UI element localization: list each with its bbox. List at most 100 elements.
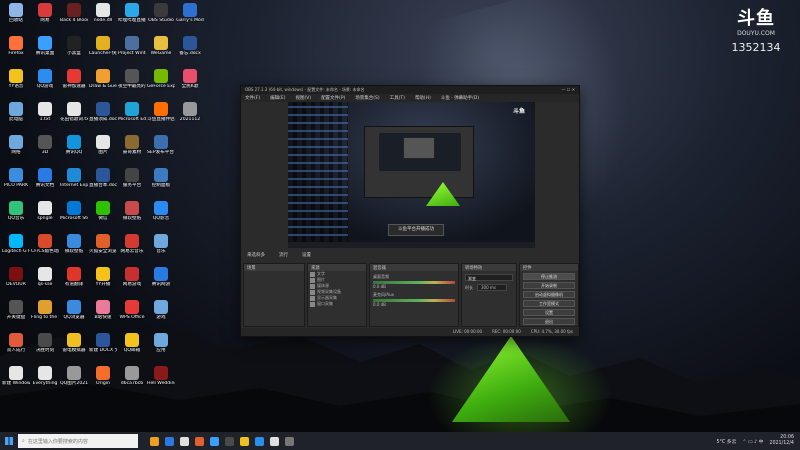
control-button[interactable]: 工作室模式 [523,300,575,307]
desktop-icon[interactable]: 夜空中最亮的星.mov [118,68,146,98]
desktop-icon[interactable]: Garry's Mod [176,2,204,32]
taskbar-app-icon[interactable] [225,437,234,446]
desktop-icon[interactable]: 腾讯QQ [60,134,88,164]
mixer-channel[interactable]: 麦克风/Aux0.0 dB [373,292,455,307]
desktop-icon[interactable]: QQ浏览器 [60,299,88,329]
desktop-icon[interactable]: 网易游戏 [118,266,146,296]
obs-window[interactable]: OBS 27.1.3 (64-bit, windows) - 配置文件: 未命名… [240,85,580,337]
desktop-icon[interactable]: d6ca7bcb [118,365,146,395]
desktop-icon[interactable]: Back 4 Blood Beta [60,2,88,32]
obs-menu-item[interactable]: 斗鱼 · 弹幕助手(D) [441,95,479,101]
taskbar-app-icon[interactable] [165,437,174,446]
desktop-icon[interactable]: DEVOUR [2,266,30,296]
desktop-icon[interactable]: 新建 DOCX 文档.docx [89,332,117,362]
desktop-icon[interactable]: Firefox [2,35,30,65]
obs-menu-item[interactable]: 编辑(E) [270,95,285,101]
window-controls[interactable]: — ☐ ✕ [562,87,575,93]
source-item[interactable]: 窗口采集 [308,301,366,307]
desktop-icon[interactable]: 花田错歌词.txt [60,101,88,131]
desktop-icon[interactable]: 斗鱼直播伴侣 [147,101,175,131]
desktop-icon[interactable]: OBS Studio [147,2,175,32]
taskbar-app-icon[interactable] [210,437,219,446]
obs-menu-item[interactable]: 视图(V) [295,95,311,101]
taskbar-app-icon[interactable] [150,437,159,446]
desktop-icon[interactable]: 新建 Windows [2,365,30,395]
toolbar-settings[interactable]: 设置 [302,252,311,259]
scenes-panel[interactable]: 场景 [243,263,305,327]
desktop-icon[interactable]: spngle [31,200,59,230]
desktop-icon[interactable]: QQ游戏 [31,68,59,98]
desktop-icon[interactable]: 直播台本.doc [89,167,117,197]
toolbar-play[interactable]: 流行 [279,252,288,259]
desktop-icon[interactable]: 游戏 [147,299,175,329]
desktop-icon[interactable]: 双人成行 [2,332,30,362]
desktop-icon[interactable]: 腾讯文档 [31,167,59,197]
desktop-icon[interactable]: 网络 [2,134,30,164]
control-button[interactable]: 开始录制 [523,282,575,289]
taskbar-app-icon[interactable] [180,437,189,446]
desktop-icon[interactable]: 网易云音乐 [118,233,146,263]
desktop-icon[interactable]: 3D [31,134,59,164]
desktop-icon[interactable]: PICO PARK [2,167,30,197]
taskbar-app-icon[interactable] [240,437,249,446]
desktop-icon[interactable]: 腾讯网游 [147,266,175,296]
desktop-icon[interactable]: Project Winter [118,35,146,65]
obs-menu-item[interactable]: 配置文件(P) [321,95,345,101]
desktop-icon[interactable]: QQ音乐 [2,200,30,230]
desktop-icon[interactable]: Hell Wedding [147,365,175,395]
desktop-icon[interactable]: QQ邮箱 [118,332,146,362]
desktop-icon[interactable]: qs-sse [31,266,59,296]
transition-select[interactable]: 渐变 [465,274,513,281]
desktop-icon[interactable]: 全民K歌 [176,68,204,98]
desktop-icon[interactable]: 网易 [31,2,59,32]
desktop-icon[interactable]: GeForce Experience [147,68,175,98]
desktop-icon[interactable]: 服务平台 [118,167,146,197]
desktop-icon[interactable]: CF/CS角色动画 [31,233,59,263]
weather-status[interactable]: 5°C 多云 [716,438,736,445]
desktop-icon[interactable]: 腾讯桌面 [31,35,59,65]
desktop-icon[interactable]: Everything [31,365,59,395]
desktop-icon[interactable]: 豪哥素材 [118,134,146,164]
taskbar-app-icon[interactable] [270,437,279,446]
taskbar-app-icon[interactable] [285,437,294,446]
desktop-icon[interactable]: B站快速 [89,299,117,329]
control-button[interactable]: 启动虚拟摄像机 [523,291,575,298]
desktop-icon[interactable]: 应用 [147,332,175,362]
desktop-icon[interactable]: 微信 [89,200,117,230]
control-button[interactable]: 设置 [523,309,575,316]
desktop-icon[interactable]: Microsoft Edge [118,101,146,131]
desktop-icon[interactable]: WPS Office [118,299,146,329]
desktop-icon[interactable]: 微软壁纸 [118,200,146,230]
obs-menu-item[interactable]: 文件(F) [245,95,260,101]
desktop-icon[interactable]: 雷神加速器 [60,68,88,98]
obs-menu-item[interactable]: 工具(T) [390,95,405,101]
taskbar-app-icon[interactable] [195,437,204,446]
volume-meter[interactable] [373,299,455,302]
desktop-icon[interactable]: node.dll [89,2,117,32]
desktop-icon[interactable]: 决胜时刻 [31,332,59,362]
desktop-icon[interactable]: 火狐安全浏览器 [89,233,117,263]
control-button[interactable]: 退出 [523,318,575,325]
obs-menu-item[interactable]: 场景集合(S) [355,95,379,101]
desktop-icon[interactable]: 音乐 [147,233,175,263]
desktop-icon[interactable]: 哔哩哔哩直播姬 [118,2,146,32]
transitions-panel[interactable]: 转场特效 渐变 时长 300 ms [461,263,517,327]
sources-panel[interactable]: 来源 文字图片媒体源视频采集设备显示器采集窗口采集 [307,263,367,327]
desktop-icon[interactable]: Draw & Guess [89,68,117,98]
taskbar-app-icon[interactable] [255,437,264,446]
tray-icons[interactable]: ⌃ ▭ ♪ 中 [742,438,763,445]
desktop-icon[interactable]: 直播须知.doc [89,101,117,131]
desktop-icon[interactable]: 雷电模拟器 [60,332,88,362]
search-box[interactable]: ⌕ 在这里输入你要搜索的内容 [18,434,138,448]
desktop-icon[interactable]: 开关键盘 [2,299,30,329]
desktop-icon[interactable]: QQ图片2021021 [60,365,88,395]
desktop-icon[interactable]: Launcher-快速方式 [89,35,117,65]
desktop-icon[interactable]: 2021112 [176,101,204,131]
desktop-icon[interactable]: 备忘.docx [176,35,204,65]
duration-input[interactable]: 300 ms [477,284,507,291]
desktop-icon[interactable]: WeGame [147,35,175,65]
desktop-icon[interactable]: Origin [89,365,117,395]
desktop-icon[interactable]: 微软壁纸 [60,233,88,263]
desktop-icon[interactable]: 1.txt [31,101,59,131]
desktop-icon[interactable]: YY开播 [89,266,117,296]
